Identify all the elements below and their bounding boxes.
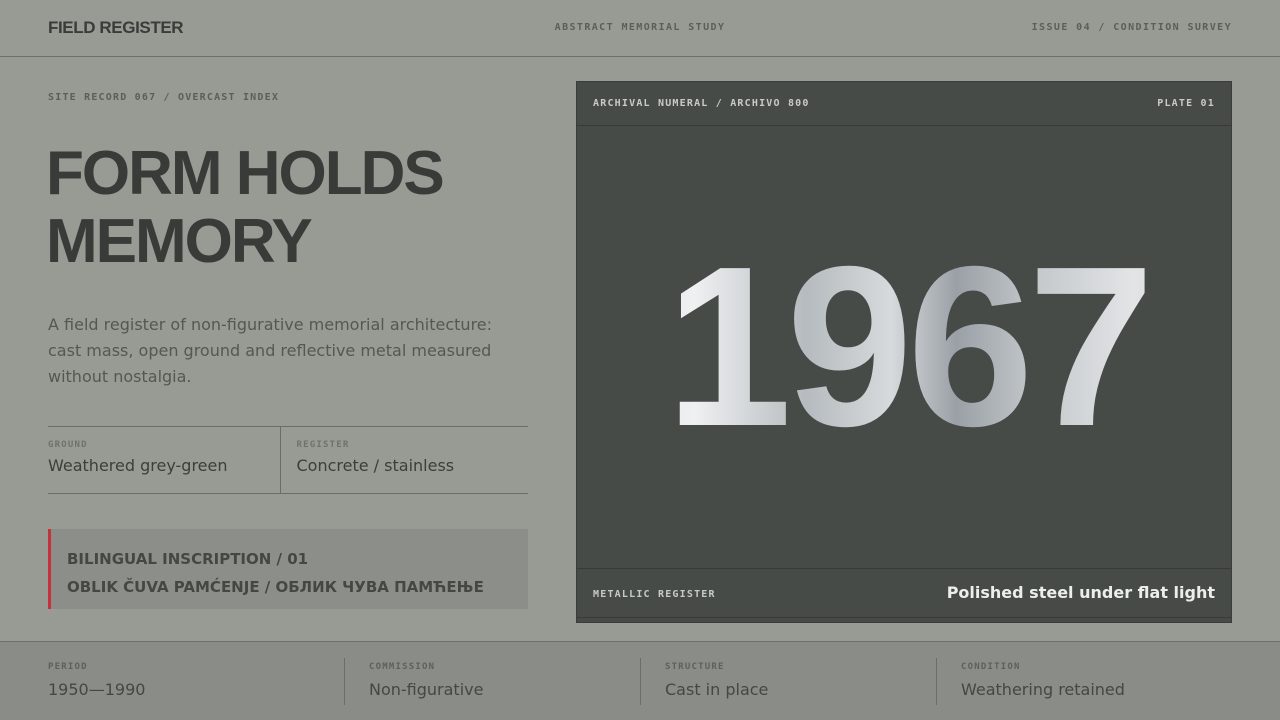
lede-paragraph: A field register of non-figurative memor… xyxy=(48,315,493,386)
year-numeral: 1967 xyxy=(577,232,1231,462)
top-bar: FIELD REGISTER ABSTRACT MEMORIAL STUDY I… xyxy=(0,0,1280,57)
spec-ground: GROUND Weathered grey-green xyxy=(48,427,280,493)
footer-label: STRUCTURE xyxy=(665,662,725,672)
headline-line-1: FORM HOLDS xyxy=(46,139,445,208)
spec-value: Concrete / stainless xyxy=(296,456,455,475)
footer-label: PERIOD xyxy=(48,662,88,672)
headline-line-2: MEMORY xyxy=(46,207,313,276)
plate-caption: ARCHIVAL NUMERAL / ARCHIVO 800 xyxy=(593,98,810,109)
footer-value: Non-figurative xyxy=(369,680,484,699)
footer-value: 1950—1990 xyxy=(48,680,146,699)
spec-register: REGISTER Concrete / stainless xyxy=(279,427,529,493)
spec-label: GROUND xyxy=(48,440,88,450)
plate-card: ARCHIVAL NUMERAL / ARCHIVO 800 PLATE 01 … xyxy=(576,81,1232,623)
spec-table: GROUND Weathered grey-green REGISTER Con… xyxy=(48,426,528,494)
page-title: FORM HOLDS MEMORY xyxy=(46,140,546,276)
spec-label: REGISTER xyxy=(296,440,350,450)
site-record-eyebrow: SITE RECORD 067 / OVERCAST INDEX xyxy=(48,92,280,103)
footer-period: PERIOD 1950—1990 xyxy=(48,658,145,705)
footer-commission: COMMISSION Non-figurative xyxy=(344,658,483,705)
plate-footer: METALLIC REGISTER Polished steel under f… xyxy=(577,568,1231,618)
plate-header: ARCHIVAL NUMERAL / ARCHIVO 800 PLATE 01 xyxy=(577,82,1231,126)
issue-label: ISSUE 04 / CONDITION SURVEY xyxy=(1031,22,1232,33)
footer-structure: STRUCTURE Cast in place xyxy=(640,658,768,705)
footer-condition: CONDITION Weathering retained xyxy=(936,658,1125,705)
footer-value: Weathering retained xyxy=(961,680,1125,699)
footer-value: Cast in place xyxy=(665,680,769,699)
plate-footer-label: METALLIC REGISTER xyxy=(593,589,716,600)
footer-bar: PERIOD 1950—1990 COMMISSION Non-figurati… xyxy=(0,641,1280,720)
plate-number: PLATE 01 xyxy=(1157,98,1215,109)
plate-footer-caption: Polished steel under flat light xyxy=(946,583,1215,602)
footer-label: COMMISSION xyxy=(369,662,436,672)
inscription-text: OBLIK ČUVA PAMĆENJE / ОБЛИК ЧУВА ПАМЋЕЊЕ xyxy=(67,578,484,596)
spec-value: Weathered grey-green xyxy=(48,456,228,475)
footer-label: CONDITION xyxy=(961,662,1021,672)
inscription-title: BILINGUAL INSCRIPTION / 01 xyxy=(67,550,309,568)
inscription-callout: BILINGUAL INSCRIPTION / 01 OBLIK ČUVA PA… xyxy=(48,529,528,609)
